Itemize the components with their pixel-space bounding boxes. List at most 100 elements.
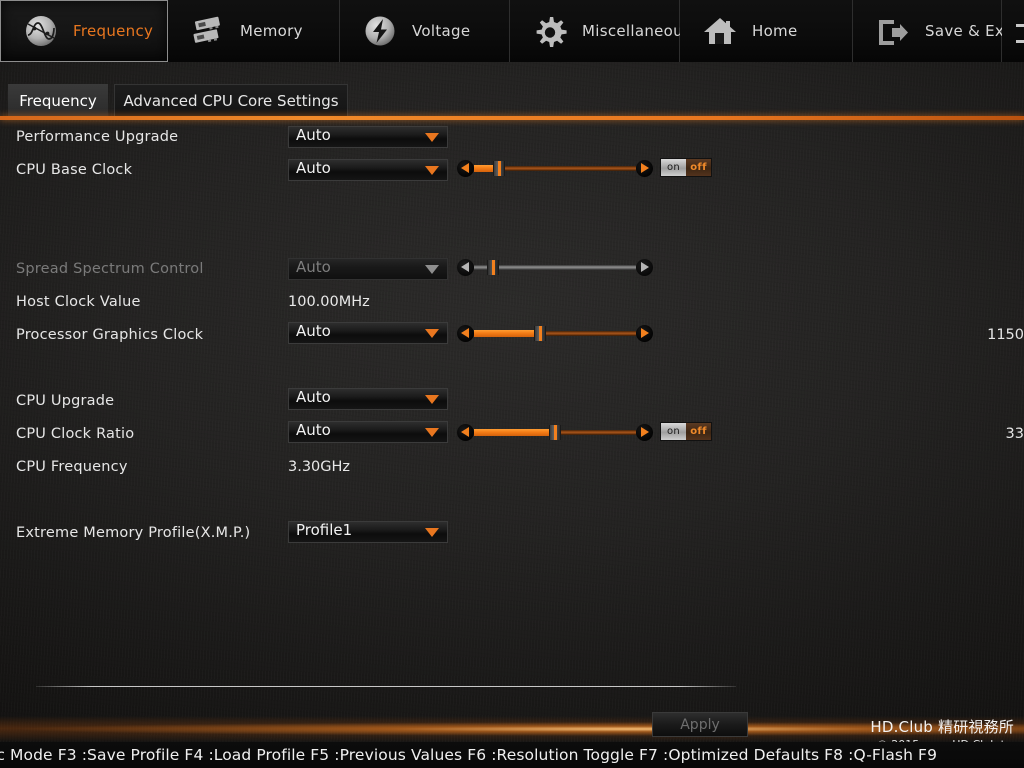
dropdown-cpu-base-clock[interactable]: Auto [288, 159, 448, 181]
tab-frequency-label: Frequency [19, 92, 97, 110]
dropdown-cpu-clock-ratio[interactable]: Auto [288, 421, 448, 443]
toggle-on-segment[interactable]: on [661, 423, 686, 440]
footer-hotkey-text: ic Mode F3 :Save Profile F4 :Load Profil… [0, 746, 938, 764]
slider-track[interactable] [474, 260, 636, 275]
apply-button-label: Apply [680, 716, 720, 733]
slider-increase-arrow-icon[interactable] [636, 324, 653, 342]
dropdown-extreme-memory-profile[interactable]: Profile1 [288, 521, 448, 543]
tab-active-underline [0, 116, 1024, 120]
watermark-line-1: HD.Club 精研視務所 [870, 718, 1014, 736]
slider-increase-arrow-icon[interactable] [636, 159, 653, 177]
slider-cpu-clock-ratio[interactable] [457, 423, 653, 441]
slider-track[interactable] [474, 161, 636, 176]
nav-label-home: Home [752, 22, 798, 40]
setting-row-cpu-upgrade: CPU Upgrade Auto [0, 386, 1024, 416]
setting-row-spread-spectrum-control: Spread Spectrum Control Auto [0, 254, 1024, 284]
label-extreme-memory-profile: Extreme Memory Profile(X.M.P.) [16, 525, 251, 541]
label-cpu-frequency: CPU Frequency [16, 459, 128, 475]
dropdown-processor-graphics-clock[interactable]: Auto [288, 322, 448, 344]
dropdown-processor-graphics-clock-value: Auto [296, 322, 331, 340]
label-cpu-upgrade: CPU Upgrade [16, 393, 115, 409]
slider-decrease-arrow-icon[interactable] [457, 159, 474, 177]
slider-processor-graphics-clock[interactable] [457, 324, 653, 342]
value-cpu-clock-ratio-number: 33 [1005, 426, 1024, 442]
chevron-down-icon [425, 166, 439, 175]
label-host-clock-value: Host Clock Value [16, 294, 141, 310]
toggle-off-segment[interactable]: off [686, 159, 711, 176]
nav-item-miscellaneous[interactable]: Miscellaneous [510, 0, 691, 62]
apply-button[interactable]: Apply [652, 712, 748, 737]
dropdown-extreme-memory-profile-value: Profile1 [296, 521, 353, 539]
slider-increase-arrow-icon[interactable] [636, 423, 653, 441]
main-navigation-bar: Frequency Memory Voltage Miscellaneous H… [0, 0, 1024, 62]
dropdown-cpu-upgrade-value: Auto [296, 388, 331, 406]
nav-item-home[interactable]: Home [680, 0, 853, 62]
chevron-down-icon [425, 265, 439, 274]
dropdown-performance-upgrade-value: Auto [296, 126, 331, 144]
toggle-on-segment[interactable]: on [661, 159, 686, 176]
nav-label-miscellaneous: Miscellaneous [582, 22, 692, 40]
slider-increase-arrow-icon[interactable] [636, 258, 653, 276]
setting-row-cpu-base-clock: CPU Base Clock Auto on off [0, 155, 1024, 185]
toggle-off-segment[interactable]: off [686, 423, 711, 440]
chevron-down-icon [425, 329, 439, 338]
chevron-down-icon [425, 133, 439, 142]
slider-cpu-base-clock[interactable] [457, 159, 653, 177]
gear-icon [530, 11, 570, 51]
nav-edge-mark-bottom [1016, 40, 1024, 43]
chevron-down-icon [425, 395, 439, 404]
setting-row-cpu-clock-ratio: CPU Clock Ratio 33 Auto on off [0, 419, 1024, 449]
footer-hotkey-bar: ic Mode F3 :Save Profile F4 :Load Profil… [0, 742, 1024, 768]
content-divider [36, 686, 736, 687]
nav-item-save-exit[interactable]: Save & Exit [853, 0, 1014, 62]
home-icon [700, 11, 740, 51]
label-cpu-clock-ratio: CPU Clock Ratio [16, 426, 135, 442]
setting-row-cpu-frequency: CPU Frequency 3.30GHz [0, 452, 1024, 482]
nav-edge-mark-top [1016, 24, 1024, 27]
nav-overflow-edge[interactable] [1002, 0, 1024, 62]
dropdown-cpu-upgrade[interactable]: Auto [288, 388, 448, 410]
dropdown-spread-spectrum-control[interactable]: Auto [288, 258, 448, 280]
value-host-clock-value: 100.00MHz [288, 294, 370, 310]
label-performance-upgrade: Performance Upgrade [16, 129, 179, 145]
tab-advanced-cpu-core-settings-label: Advanced CPU Core Settings [123, 92, 339, 110]
nav-label-memory: Memory [240, 22, 303, 40]
label-spread-spectrum-control: Spread Spectrum Control [16, 261, 204, 277]
tab-frequency[interactable]: Frequency [8, 84, 108, 118]
value-processor-graphics-clock-number: 1150 [987, 327, 1024, 343]
chevron-down-icon [425, 528, 439, 537]
chevron-down-icon [425, 428, 439, 437]
lightning-bolt-icon [360, 11, 400, 51]
setting-row-extreme-memory-profile: Extreme Memory Profile(X.M.P.) Profile1 [0, 518, 1024, 548]
slider-decrease-arrow-icon[interactable] [457, 258, 474, 276]
value-cpu-frequency: 3.30GHz [288, 459, 351, 475]
dropdown-spread-spectrum-control-value: Auto [296, 258, 331, 276]
waveform-icon [21, 11, 61, 51]
setting-row-host-clock-value: Host Clock Value 100.00MHz [0, 287, 1024, 317]
nav-label-frequency: Frequency [73, 22, 154, 40]
slider-decrease-arrow-icon[interactable] [457, 423, 474, 441]
toggle-cpu-clock-ratio[interactable]: on off [660, 422, 712, 441]
slider-track[interactable] [474, 326, 636, 341]
tab-advanced-cpu-core-settings[interactable]: Advanced CPU Core Settings [114, 84, 348, 118]
memory-module-icon [188, 11, 228, 51]
sub-tab-bar: Frequency Advanced CPU Core Settings [0, 62, 1024, 120]
slider-track[interactable] [474, 425, 636, 440]
label-cpu-base-clock: CPU Base Clock [16, 162, 133, 178]
nav-item-frequency[interactable]: Frequency [0, 0, 168, 62]
settings-panel: Performance Upgrade Auto CPU Base Clock … [0, 118, 1024, 698]
setting-row-performance-upgrade: Performance Upgrade Auto [0, 122, 1024, 152]
dropdown-cpu-base-clock-value: Auto [296, 159, 331, 177]
bios-screen: Frequency Memory Voltage Miscellaneous H… [0, 0, 1024, 768]
toggle-cpu-base-clock[interactable]: on off [660, 158, 712, 177]
label-processor-graphics-clock: Processor Graphics Clock [16, 327, 204, 343]
exit-arrow-icon [873, 11, 913, 51]
nav-item-memory[interactable]: Memory [168, 0, 340, 62]
slider-spread-spectrum-control[interactable] [457, 258, 653, 276]
dropdown-cpu-clock-ratio-value: Auto [296, 421, 331, 439]
nav-item-voltage[interactable]: Voltage [340, 0, 510, 62]
slider-decrease-arrow-icon[interactable] [457, 324, 474, 342]
setting-row-processor-graphics-clock: Processor Graphics Clock 1150 Auto [0, 320, 1024, 350]
dropdown-performance-upgrade[interactable]: Auto [288, 126, 448, 148]
nav-label-voltage: Voltage [412, 22, 471, 40]
